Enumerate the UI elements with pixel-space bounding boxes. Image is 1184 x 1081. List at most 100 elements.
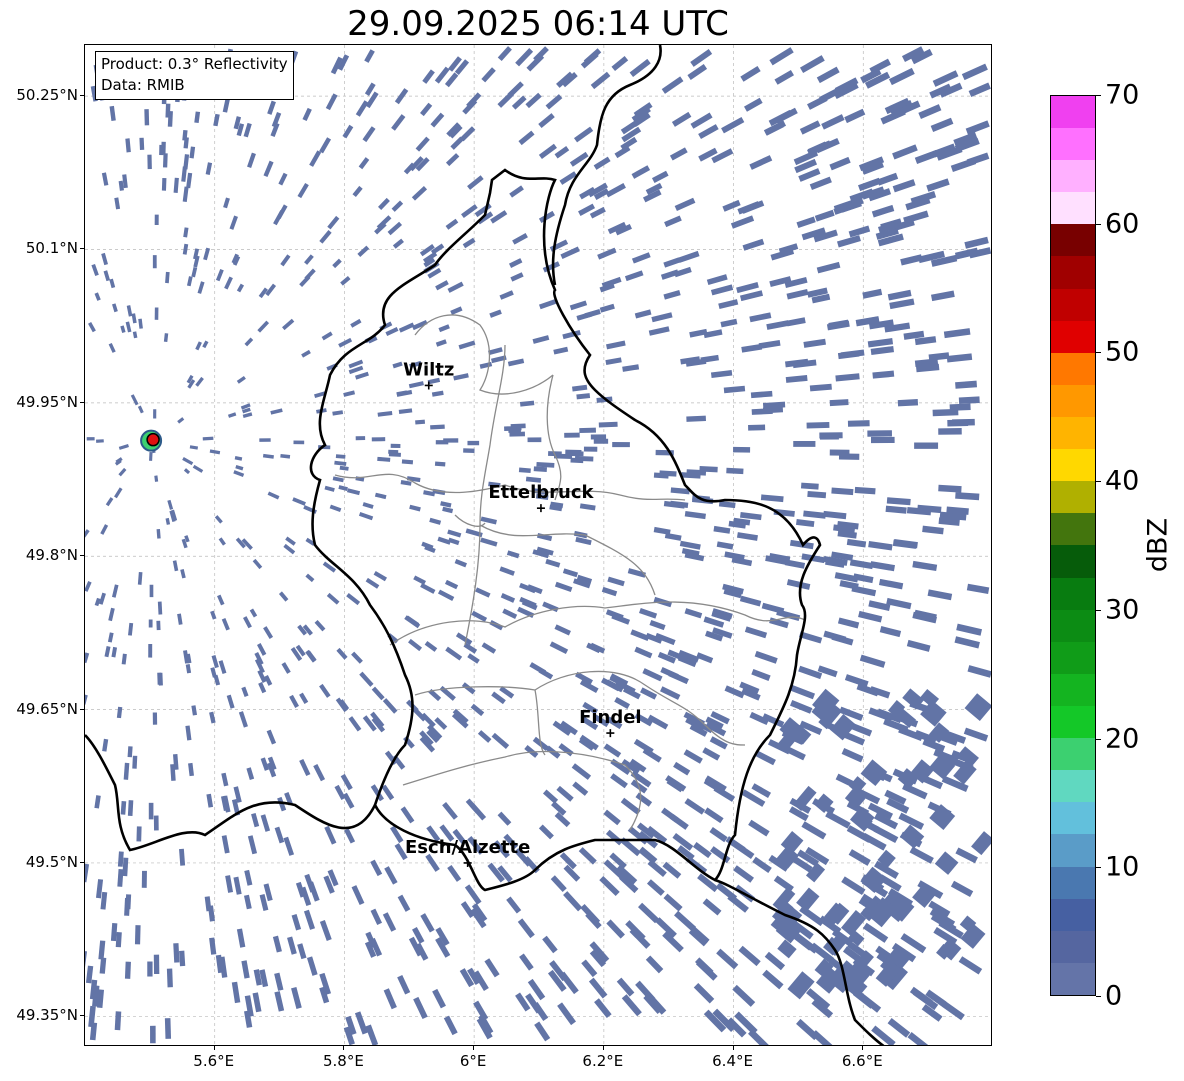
echo-cell [156, 620, 161, 631]
echo-cell [420, 102, 433, 117]
echo-cell [927, 589, 953, 601]
echo-cell [510, 423, 526, 429]
echo-cell [903, 210, 929, 224]
echo-cell [730, 215, 755, 229]
echo-cell [203, 247, 211, 261]
echo-cell [437, 536, 451, 545]
echo-cell [358, 157, 370, 170]
lon-tick [343, 1046, 345, 1050]
echo-cell [391, 114, 406, 131]
echo-cell [690, 49, 713, 67]
echo-cell [603, 809, 621, 826]
echo-cell [764, 951, 786, 971]
echo-cell [278, 172, 288, 186]
echo-cell [934, 851, 959, 875]
echo-cell [859, 654, 886, 668]
echo-cell [964, 236, 989, 249]
echo-cell [634, 309, 652, 319]
echo-cell [167, 499, 174, 510]
echo-cell [886, 497, 911, 506]
map-canvas[interactable]: Wiltz Ettelbruck Findel Esch/Alzette [85, 45, 992, 1046]
echo-cell [354, 1011, 368, 1035]
colorbar-tick-label: 30 [1105, 594, 1140, 626]
echo-cell [445, 218, 459, 230]
echo-cell [153, 815, 159, 831]
echo-cell [313, 763, 326, 782]
echo-cell [227, 412, 237, 418]
echo-cell [103, 270, 111, 282]
echo-cell [642, 668, 663, 682]
echo-cell [319, 683, 331, 698]
echo-cell [257, 669, 267, 683]
echo-cell [229, 215, 238, 230]
echo-cell [687, 64, 708, 81]
echo-cell [799, 55, 825, 74]
echo-cell [723, 385, 746, 394]
echo-cell [109, 278, 116, 289]
echo-cell [837, 350, 860, 360]
echo-cell [147, 154, 152, 170]
echo-cell [605, 829, 623, 846]
echo-cell [575, 536, 592, 546]
echo-cell [593, 156, 611, 170]
echo-cell [497, 46, 512, 62]
echo-cell [956, 623, 983, 636]
lat-tick-label: 49.5°N [25, 852, 78, 871]
echo-cell [182, 186, 189, 202]
echo-cell [509, 185, 524, 198]
echo-cell [677, 250, 700, 263]
echo-cell [844, 108, 866, 124]
echo-cell [243, 894, 252, 910]
colorbar-segment [1051, 128, 1095, 161]
canton-boundary [402, 750, 642, 831]
echo-cell [107, 632, 114, 643]
colorbar-segment [1051, 802, 1095, 835]
echo-cell [445, 646, 463, 661]
echo-cell [120, 800, 127, 815]
echo-cell [222, 98, 230, 113]
echo-cell [607, 576, 625, 587]
echo-cell [538, 210, 555, 223]
luxembourg-border [309, 168, 822, 892]
echo-cell [605, 357, 622, 366]
echo-cell [118, 467, 127, 477]
echo-cell [510, 272, 524, 282]
echo-cell [85, 863, 90, 883]
colorbar-tick [1096, 996, 1101, 997]
echo-cell [247, 152, 256, 169]
echo-cell [686, 469, 707, 476]
echo-cell [273, 209, 285, 226]
echo-cell [217, 594, 225, 606]
colorbar-tick-label: 0 [1105, 980, 1123, 1012]
echo-cell [134, 925, 141, 945]
echo-cell [481, 67, 496, 83]
echo-cell [533, 466, 548, 472]
echo-cell [335, 454, 346, 459]
echo-cell [189, 445, 199, 450]
echo-cell [283, 836, 295, 856]
lat-tick [80, 95, 84, 97]
echo-cell [639, 607, 658, 619]
echo-cell [242, 412, 253, 419]
echo-cell [762, 969, 784, 990]
echo-cell [442, 506, 454, 514]
echo-cell [278, 591, 289, 602]
echo-cell [314, 620, 326, 632]
colorbar-tick-label: 40 [1105, 465, 1140, 497]
echo-cell [246, 767, 255, 780]
echo-cell [280, 254, 291, 267]
lat-tick [80, 248, 84, 250]
echo-cell [108, 342, 116, 353]
echo-cell [702, 898, 722, 916]
echo-cell [434, 461, 446, 467]
echo-cell [806, 421, 830, 429]
echo-cell [836, 235, 861, 248]
echo-cell [601, 586, 618, 597]
colorbar-segment [1051, 609, 1095, 642]
echo-cell [223, 197, 230, 209]
radar-map[interactable]: Wiltz Ettelbruck Findel Esch/Alzette [84, 44, 992, 1046]
echo-cell [634, 646, 653, 659]
echo-cell [249, 608, 258, 618]
echo-cell [716, 948, 739, 970]
echo-cell [422, 69, 435, 84]
